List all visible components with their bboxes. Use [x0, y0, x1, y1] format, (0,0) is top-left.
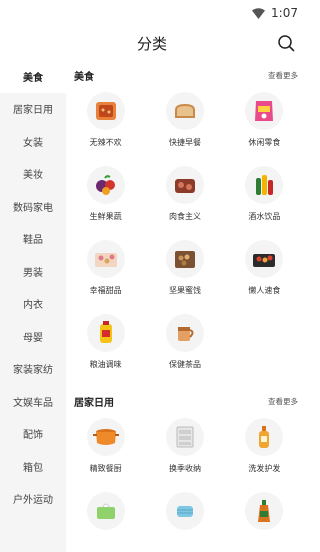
section-title: 居家日用 [74, 398, 114, 409]
wifi-icon [252, 7, 266, 19]
subcategory-label: 坚果蜜饯 [168, 286, 201, 295]
subcategory-label: 休闲零食 [248, 138, 281, 147]
spicy-food-icon [86, 92, 125, 130]
bread-icon [165, 92, 204, 130]
subcategory-grid: 精致餐厨 换季收纳 洗发护发 [66, 414, 304, 552]
subcategory-label: 快捷早餐 [168, 138, 201, 147]
subcategory-item[interactable]: 保健茶品 [145, 310, 224, 380]
nuts-icon [165, 240, 204, 278]
subcategory-item[interactable]: 酒水饮品 [225, 162, 304, 232]
subcategory-item[interactable]: 无辣不欢 [66, 88, 145, 158]
pot-icon [86, 418, 125, 456]
subcategory-item[interactable] [145, 488, 224, 552]
subcategory-item[interactable]: 精致餐厨 [66, 414, 145, 484]
instant-noodle-icon [245, 240, 284, 278]
subcategory-item[interactable]: 快捷早餐 [145, 88, 224, 158]
subcategory-item[interactable]: 懒人速食 [225, 236, 304, 306]
sidebar-item-accessories[interactable]: 配饰 [0, 418, 66, 451]
sidebar-item-womens-wear[interactable]: 女装 [0, 125, 66, 158]
subcategory-item[interactable] [225, 488, 304, 552]
tea-icon [165, 314, 204, 352]
subcategory-label: 幸福甜品 [89, 286, 122, 295]
subcategory-grid: 无辣不欢 快捷早餐 休闲零食 生鲜果蔬 肉食主义 酒水饮品 幸福甜品 坚果蜜饯 … [66, 88, 304, 380]
sidebar-item-mens-wear[interactable]: 男装 [0, 255, 66, 288]
search-icon[interactable] [276, 33, 296, 53]
dessert-icon [86, 240, 125, 278]
subcategory-label: 无辣不欢 [89, 138, 122, 147]
storage-drawer-icon [165, 418, 204, 456]
category-sidebar: 美食 居家日用 女装 美妆 数码家电 鞋品 男装 内衣 母婴 家装家纺 文娱车品… [0, 60, 66, 552]
subcategory-item[interactable]: 肉食主义 [145, 162, 224, 232]
subcategory-label: 精致餐厨 [89, 464, 122, 473]
status-icons: 1:07 [252, 6, 298, 20]
subcategory-item[interactable]: 生鲜果蔬 [66, 162, 145, 232]
status-bar: 1:07 [0, 0, 304, 28]
subcategory-item[interactable]: 幸福甜品 [66, 236, 145, 306]
sidebar-item-beauty[interactable]: 美妆 [0, 158, 66, 191]
shampoo-icon [245, 418, 284, 456]
subcategory-item[interactable]: 换季收纳 [145, 414, 224, 484]
section-title: 美食 [74, 72, 94, 83]
sidebar-item-shoes[interactable]: 鞋品 [0, 223, 66, 256]
cleaner-bottle-icon [245, 492, 284, 530]
sidebar-item-entertainment-car[interactable]: 文娱车品 [0, 385, 66, 418]
section-header-household: 居家日用 查看更多 [66, 386, 304, 414]
fruit-icon [86, 166, 125, 204]
subcategory-item[interactable] [66, 488, 145, 552]
subcategory-item[interactable]: 坚果蜜饯 [145, 236, 224, 306]
subcategory-label: 懒人速食 [248, 286, 281, 295]
oil-icon [86, 314, 125, 352]
sidebar-item-outdoor[interactable]: 户外运动 [0, 483, 66, 516]
see-more-link[interactable]: 查看更多 [268, 70, 298, 81]
subcategory-label: 酒水饮品 [248, 212, 281, 221]
sidebar-item-food[interactable]: 美食 [0, 60, 66, 93]
status-time: 1:07 [271, 6, 298, 20]
subcategory-label: 换季收纳 [168, 464, 201, 473]
subcategory-label: 保健茶品 [168, 360, 201, 369]
section-header-food: 美食 查看更多 [66, 60, 304, 88]
meat-icon [165, 166, 204, 204]
category-content: 美食 查看更多 无辣不欢 快捷早餐 休闲零食 生鲜果蔬 肉食主义 酒水饮品 幸福… [66, 60, 304, 552]
subcategory-label: 肉食主义 [168, 212, 201, 221]
sidebar-item-baby[interactable]: 母婴 [0, 320, 66, 353]
tissue-icon [86, 492, 125, 530]
sidebar-item-electronics[interactable]: 数码家电 [0, 190, 66, 223]
header: 分类 [0, 28, 304, 58]
subcategory-label: 洗发护发 [248, 464, 281, 473]
subcategory-item[interactable]: 休闲零食 [225, 88, 304, 158]
sidebar-item-bags[interactable]: 箱包 [0, 450, 66, 483]
subcategory-label: 生鲜果蔬 [89, 212, 122, 221]
snack-bag-icon [245, 92, 284, 130]
sidebar-item-underwear[interactable]: 内衣 [0, 288, 66, 321]
see-more-link[interactable]: 查看更多 [268, 396, 298, 407]
drinks-icon [245, 166, 284, 204]
mask-icon [165, 492, 204, 530]
sidebar-item-home-textiles[interactable]: 家装家纺 [0, 353, 66, 386]
subcategory-item[interactable]: 粮油调味 [66, 310, 145, 380]
page-title: 分类 [136, 35, 167, 53]
sidebar-item-household[interactable]: 居家日用 [0, 93, 66, 126]
subcategory-label: 粮油调味 [89, 360, 122, 369]
subcategory-item[interactable]: 洗发护发 [225, 414, 304, 484]
